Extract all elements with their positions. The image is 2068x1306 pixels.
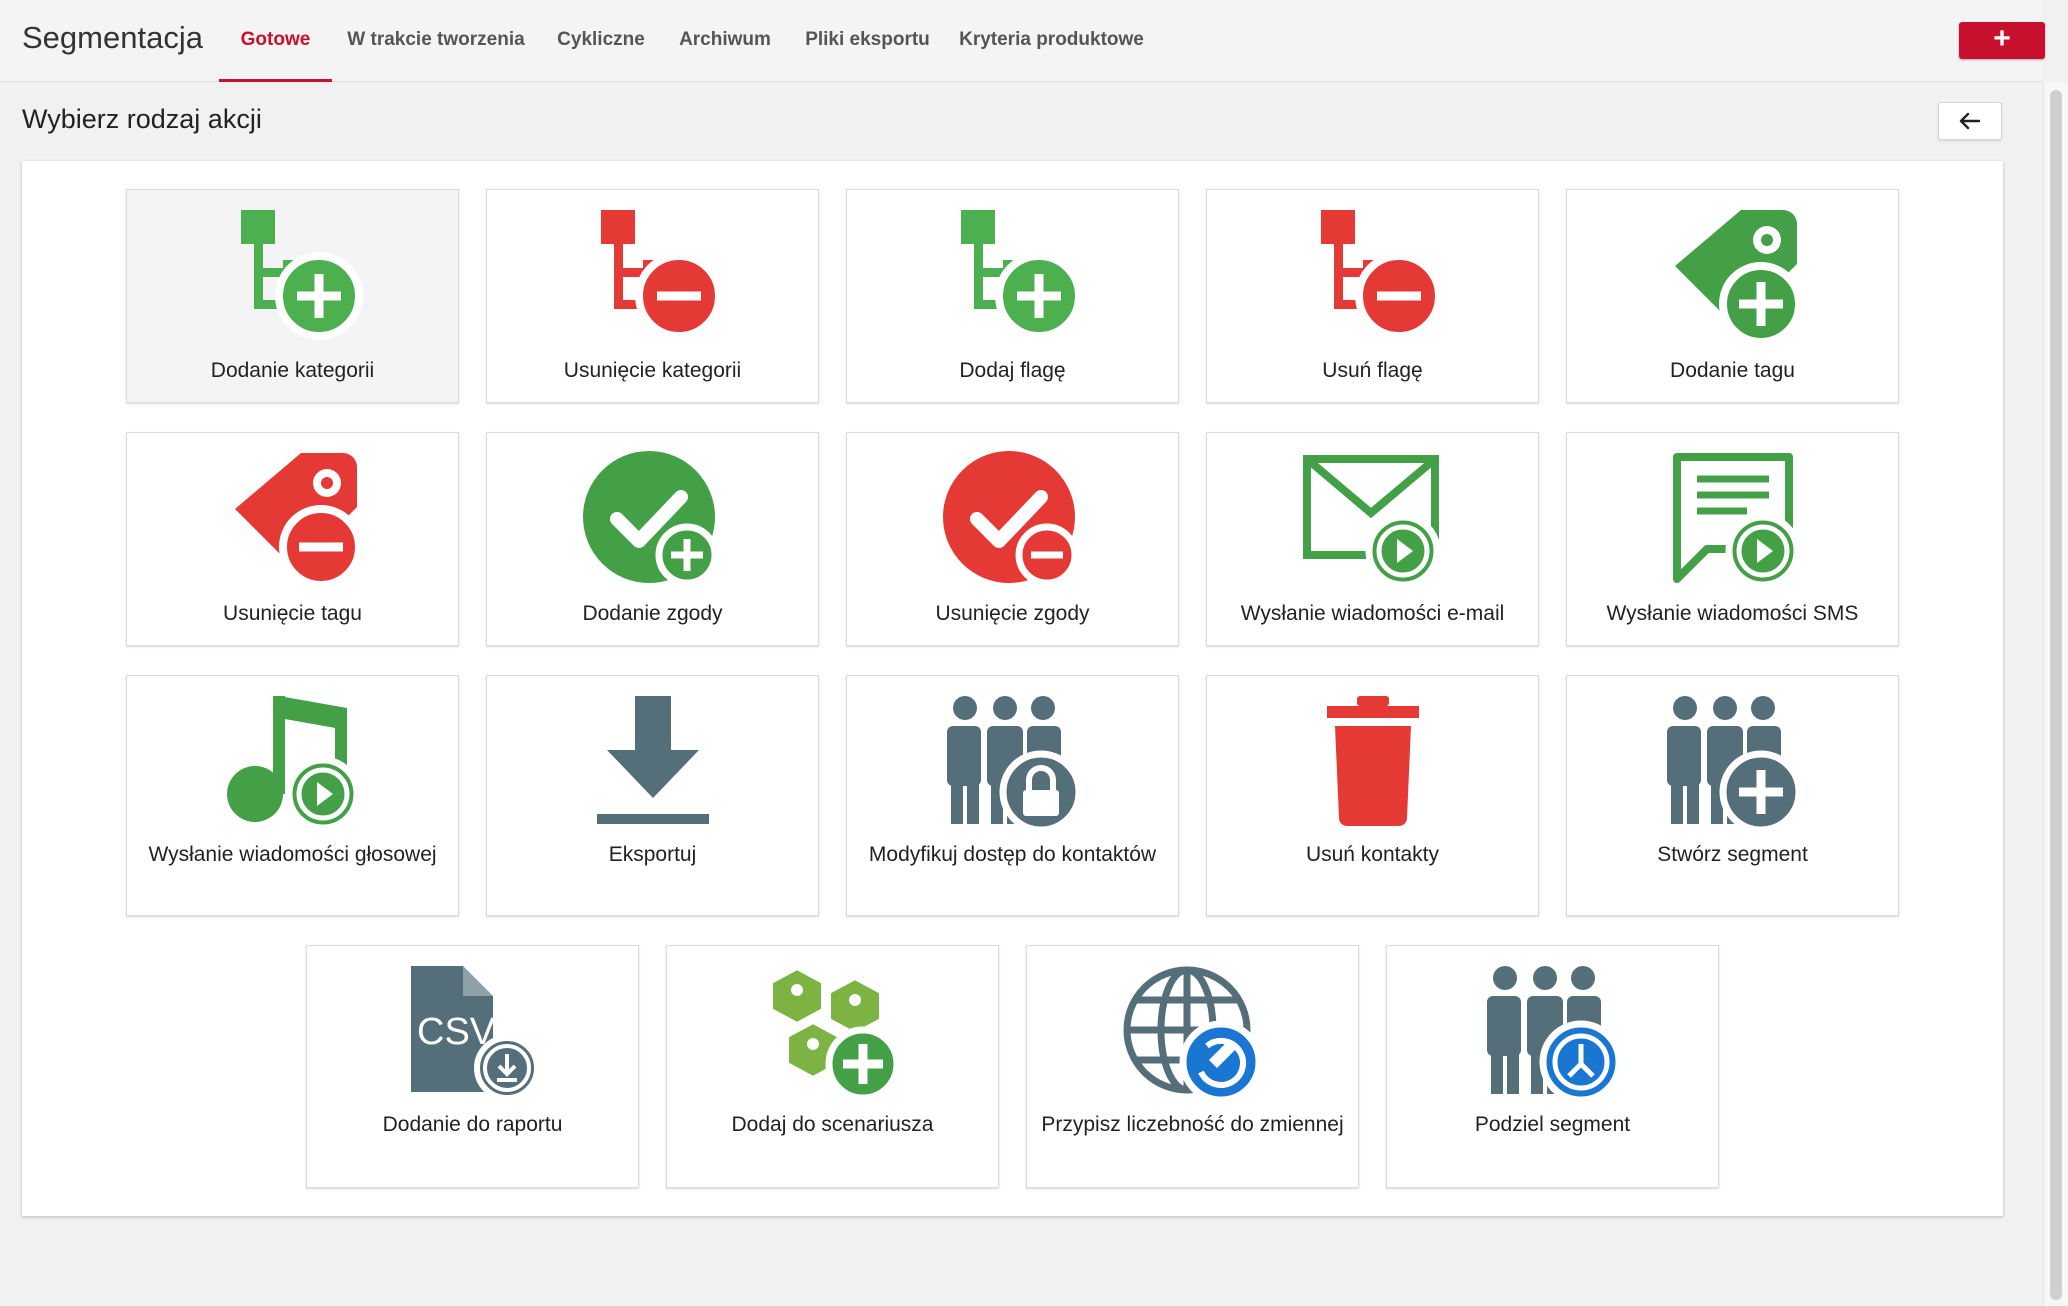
action-card-dodanie-do-raportu[interactable]: CSV Dodanie do raportu <box>306 945 639 1188</box>
action-label: Modyfikuj dostęp do kontaktów <box>868 843 1157 866</box>
tab-gotowe[interactable]: Gotowe <box>219 26 332 82</box>
tab-cykliczne[interactable]: Cykliczne <box>550 26 652 82</box>
action-label: Usunięcie kategorii <box>563 359 742 382</box>
action-card-wyslanie-email[interactable]: Wysłanie wiadomości e-mail <box>1206 432 1539 646</box>
action-label: Dodanie tagu <box>1670 359 1795 382</box>
csv-download-icon: CSV <box>410 966 540 1101</box>
action-card-dodanie-tagu[interactable]: Dodanie tagu <box>1566 189 1899 403</box>
action-label: Przypisz liczebność do zmiennej <box>1041 1113 1344 1136</box>
action-label: Dodanie kategorii <box>210 359 375 382</box>
scrollbar-thumb[interactable] <box>2050 90 2062 1300</box>
tab-pliki-eksportu[interactable]: Pliki eksportu <box>800 26 935 82</box>
action-card-dodaj-do-scenariusza[interactable]: Dodaj do scenariusza <box>666 945 999 1188</box>
action-card-usun-flage[interactable]: Usuń flagę <box>1206 189 1539 403</box>
vertical-scrollbar[interactable] <box>2043 82 2068 1306</box>
scenario-add-icon <box>768 965 900 1102</box>
action-card-usuniecie-tagu[interactable]: Usunięcie tagu <box>126 432 459 646</box>
action-card-dodanie-kategorii[interactable]: Dodanie kategorii <box>126 189 459 403</box>
action-card-przypisz-liczebnosc[interactable]: Przypisz liczebność do zmiennej <box>1026 945 1359 1188</box>
trash-icon <box>1326 696 1419 826</box>
action-card-usuniecie-kategorii[interactable]: Usunięcie kategorii <box>486 189 819 403</box>
flag-remove-icon <box>1320 210 1443 340</box>
email-send-icon <box>1302 455 1440 589</box>
page-title: Wybierz rodzaj akcji <box>22 104 262 134</box>
action-label: Stwórz segment <box>1657 843 1808 866</box>
action-card-wyslanie-glosowej[interactable]: Wysłanie wiadomości głosowej <box>126 675 459 916</box>
consent-remove-icon <box>942 451 1078 587</box>
group-lock-icon <box>946 696 1082 834</box>
action-label: Usunięcie zgody <box>935 602 1090 625</box>
tab-w-trakcie-tworzenia[interactable]: W trakcie tworzenia <box>341 26 531 82</box>
action-label: Dodaj flagę <box>959 359 1066 382</box>
action-card-modyfikuj-dostep[interactable]: Modyfikuj dostęp do kontaktów <box>846 675 1179 916</box>
download-icon <box>596 696 709 824</box>
top-navigation-bar: Segmentacja Gotowe W trakcie tworzenia C… <box>0 0 2045 82</box>
action-label: Wysłanie wiadomości SMS <box>1606 602 1859 625</box>
flag-add-icon <box>960 210 1083 340</box>
action-label: Eksportuj <box>608 843 697 866</box>
action-card-podziel-segment[interactable]: Podziel segment <box>1386 945 1719 1188</box>
globe-edit-icon <box>1123 966 1262 1104</box>
action-card-dodanie-zgody[interactable]: Dodanie zgody <box>486 432 819 646</box>
group-add-icon <box>1666 696 1802 834</box>
action-label: Dodanie do raportu <box>382 1113 563 1136</box>
action-label: Wysłanie wiadomości głosowej <box>148 843 437 866</box>
app-title: Segmentacja <box>22 20 203 55</box>
action-card-usuniecie-zgody[interactable]: Usunięcie zgody <box>846 432 1179 646</box>
action-label: Dodanie zgody <box>582 602 723 625</box>
consent-add-icon <box>582 451 718 587</box>
action-card-dodaj-flage[interactable]: Dodaj flagę <box>846 189 1179 403</box>
action-label: Wysłanie wiadomości e-mail <box>1240 602 1505 625</box>
tab-archiwum[interactable]: Archiwum <box>670 26 780 82</box>
action-card-usun-kontakty[interactable]: Usuń kontakty <box>1206 675 1539 916</box>
action-label: Usuń kontakty <box>1305 843 1440 866</box>
add-button[interactable]: + <box>1959 22 2045 59</box>
group-split-icon <box>1486 966 1622 1104</box>
action-card-stworz-segment[interactable]: Stwórz segment <box>1566 675 1899 916</box>
category-remove-icon <box>600 210 723 340</box>
action-label: Usunięcie tagu <box>223 602 362 625</box>
action-label: Usuń flagę <box>1322 359 1423 382</box>
arrow-left-icon <box>1959 112 1981 130</box>
action-label: Dodaj do scenariusza <box>731 1113 934 1136</box>
action-card-eksportuj[interactable]: Eksportuj <box>486 675 819 916</box>
back-button[interactable] <box>1938 102 2002 140</box>
sms-send-icon <box>1672 453 1800 589</box>
action-label: Podziel segment <box>1474 1113 1631 1136</box>
voice-send-icon <box>226 696 360 832</box>
tag-remove-icon <box>234 453 363 589</box>
tag-add-icon <box>1674 210 1803 346</box>
category-add-icon <box>240 210 363 340</box>
action-card-wyslanie-sms[interactable]: Wysłanie wiadomości SMS <box>1566 432 1899 646</box>
tab-kryteria-produktowe[interactable]: Kryteria produktowe <box>955 26 1148 82</box>
